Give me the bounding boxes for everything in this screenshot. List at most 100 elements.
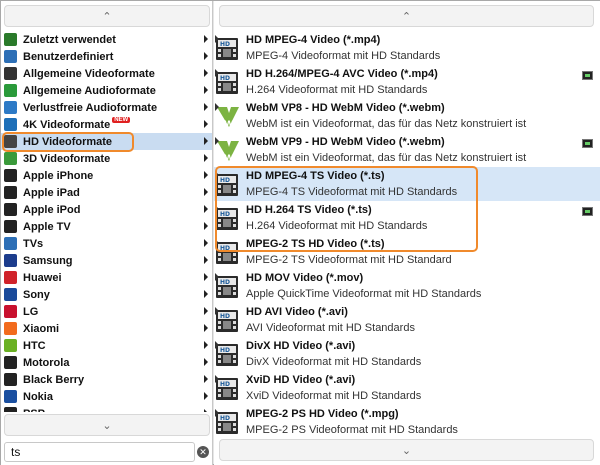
clear-icon[interactable]: ✕: [197, 446, 209, 458]
format-scroll-up-button[interactable]: ⌃: [219, 5, 594, 27]
expand-arrow-icon: [215, 69, 219, 77]
expand-arrow-icon: [204, 103, 208, 111]
format-item[interactable]: HD HD MPEG-4 Video (*.mp4) MPEG-4 Videofor…: [214, 31, 600, 65]
iphone-icon: [4, 169, 17, 182]
category-label: Apple TV: [23, 220, 71, 233]
category-item[interactable]: Zuletzt verwendet: [1, 31, 212, 48]
category-item[interactable]: LG: [1, 303, 212, 320]
format-item[interactable]: HD HD H.264/MPEG-4 AVC Video (*.mp4) H.264…: [214, 65, 600, 99]
category-item[interactable]: PSP: [1, 405, 212, 412]
category-label: Allgemeine Videoformate: [23, 67, 155, 80]
search-input[interactable]: [4, 442, 195, 462]
category-item[interactable]: Apple TV: [1, 218, 212, 235]
expand-arrow-icon: [204, 52, 208, 60]
category-label: Apple iPod: [23, 203, 81, 216]
category-item[interactable]: Apple iPad: [1, 184, 212, 201]
expand-arrow-icon: [204, 290, 208, 298]
category-list: Zuletzt verwendet Benutzerdefiniert Allgem…: [1, 31, 212, 412]
category-item[interactable]: Verlustfreie Audioformate: [1, 99, 212, 116]
category-item[interactable]: Samsung: [1, 252, 212, 269]
format-title: HD AVI Video (*.avi): [246, 306, 348, 318]
svg-text:HD: HD: [220, 347, 230, 354]
category-label: Apple iPhone: [23, 169, 94, 182]
ipad-icon: [4, 186, 17, 199]
expand-arrow-icon: [204, 392, 208, 400]
category-item[interactable]: Benutzerdefiniert: [1, 48, 212, 65]
svg-text:W: W: [224, 120, 234, 129]
category-item[interactable]: Apple iPod: [1, 201, 212, 218]
format-item[interactable]: W WebM VP8 - HD WebM Video (*.webm) WebM i…: [214, 99, 600, 133]
user-settings-icon: [4, 50, 17, 63]
category-item[interactable]: Sony: [1, 286, 212, 303]
format-item[interactable]: W WebM VP9 - HD WebM Video (*.webm) WebM i…: [214, 133, 600, 167]
format-item[interactable]: HD DivX HD Video (*.avi) DivX Videoformat …: [214, 337, 600, 371]
category-item[interactable]: Allgemeine Videoformate: [1, 65, 212, 82]
gpu-acceleration-icon: [582, 71, 593, 80]
category-scroll-up-button[interactable]: ⌃: [4, 5, 210, 27]
format-list: HD HD MPEG-4 Video (*.mp4) MPEG-4 Videofor…: [214, 31, 600, 437]
category-item[interactable]: 3D Videoformate: [1, 150, 212, 167]
expand-arrow-icon: [204, 307, 208, 315]
svg-text:HD: HD: [220, 245, 230, 252]
svg-text:HD: HD: [220, 381, 230, 388]
category-label: HD Videoformate: [23, 135, 113, 148]
category-label: HTC: [23, 339, 46, 352]
expand-arrow-icon: [204, 120, 208, 128]
category-item[interactable]: Nokia: [1, 388, 212, 405]
svg-text:HD: HD: [220, 415, 230, 422]
expand-arrow-icon: [204, 171, 208, 179]
category-item[interactable]: Motorola: [1, 354, 212, 371]
expand-arrow-icon: [204, 188, 208, 196]
gpu-acceleration-icon: [582, 207, 593, 216]
category-label: Motorola: [23, 356, 70, 369]
svg-text:HD: HD: [220, 279, 230, 286]
category-label: Black Berry: [23, 373, 85, 386]
category-item[interactable]: TVs: [1, 235, 212, 252]
format-item[interactable]: HD HD MPEG-4 TS Video (*.ts) MPEG-4 TS Vid…: [214, 167, 600, 201]
category-label: 4K Videoformate: [23, 118, 111, 131]
category-item[interactable]: Huawei: [1, 269, 212, 286]
category-label: Huawei: [23, 271, 62, 284]
format-title: HD H.264/MPEG-4 AVC Video (*.mp4): [246, 68, 438, 80]
category-item[interactable]: Allgemeine Audioformate: [1, 82, 212, 99]
format-description: WebM ist ein Videoformat, das für das Ne…: [246, 118, 527, 130]
expand-arrow-icon: [204, 205, 208, 213]
format-title: HD MPEG-4 TS Video (*.ts): [246, 170, 385, 182]
format-item[interactable]: HD MPEG-2 TS HD Video (*.ts) MPEG-2 TS Vid…: [214, 235, 600, 269]
expand-arrow-icon: [215, 35, 219, 43]
category-item[interactable]: Black Berry: [1, 371, 212, 388]
new-badge: NEW: [112, 116, 131, 123]
category-scroll-down-button[interactable]: ⌄: [4, 414, 210, 436]
category-item[interactable]: HD Videoformate: [1, 133, 212, 150]
tv-icon: [4, 237, 17, 250]
category-item[interactable]: HTC: [1, 337, 212, 354]
category-label: Sony: [23, 288, 50, 301]
expand-arrow-icon: [215, 171, 219, 179]
music-note-icon: [4, 84, 17, 97]
format-description: MPEG-4 Videoformat mit HD Standards: [246, 50, 441, 62]
svg-text:HD: HD: [220, 313, 230, 320]
format-title: WebM VP9 - HD WebM Video (*.webm): [246, 136, 445, 148]
category-item[interactable]: 4K Videoformate NEW: [1, 116, 212, 133]
chevron-up-icon: ⌃: [401, 10, 412, 23]
format-scroll-down-button[interactable]: ⌄: [219, 439, 594, 461]
format-item[interactable]: HD HD AVI Video (*.avi) AVI Videoformat mi…: [214, 303, 600, 337]
format-item[interactable]: HD XviD HD Video (*.avi) XviD Videoformat …: [214, 371, 600, 405]
chevron-down-icon: ⌄: [102, 419, 112, 432]
category-label: Samsung: [23, 254, 73, 267]
category-item[interactable]: Xiaomi: [1, 320, 212, 337]
expand-arrow-icon: [204, 137, 208, 145]
format-item[interactable]: HD MPEG-2 PS HD Video (*.mpg) MPEG-2 PS Vi…: [214, 405, 600, 437]
format-description: H.264 Videoformat mit HD Standards: [246, 84, 428, 96]
category-label: Xiaomi: [23, 322, 60, 335]
format-item[interactable]: HD HD MOV Video (*.mov) Apple QuickTime Vi…: [214, 269, 600, 303]
htc-icon: [4, 339, 17, 352]
category-label: LG: [23, 305, 39, 318]
format-title: WebM VP8 - HD WebM Video (*.webm): [246, 102, 445, 114]
expand-arrow-icon: [215, 205, 219, 213]
format-item[interactable]: HD HD H.264 TS Video (*.ts) H.264 Videofor…: [214, 201, 600, 235]
motorola-icon: [4, 356, 17, 369]
format-selector-panel: ⌃ Zuletzt verwendet Benutzerdefiniert Allg…: [0, 0, 600, 465]
category-item[interactable]: Apple iPhone: [1, 167, 212, 184]
svg-text:HD: HD: [220, 75, 230, 82]
